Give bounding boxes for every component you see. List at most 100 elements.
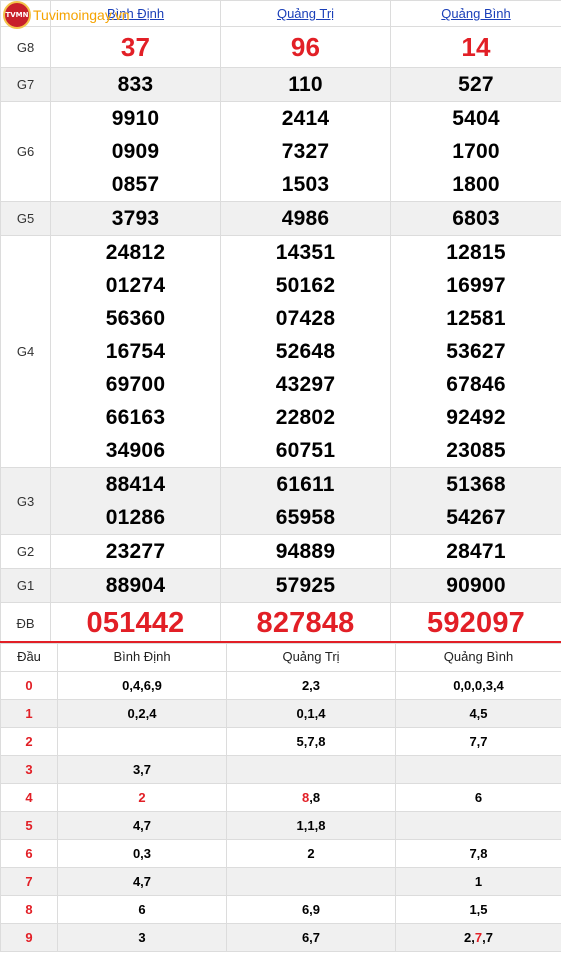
loto-header-province: Quảng Trị xyxy=(226,641,396,672)
loto-tail-cell: 0,2,4 xyxy=(57,698,227,728)
prize-number: 07428 xyxy=(275,307,336,330)
loto-row: 6 0,3 2 7,8 xyxy=(0,838,561,868)
prize-number: 833 xyxy=(117,73,154,96)
prize-cell: 6803 xyxy=(390,201,561,236)
prize-row-g6: G6 9910 0909 0857 2414 7327 1503 5404 1700 1800 xyxy=(0,101,561,202)
loto-tail-cell: 1,1,8 xyxy=(226,810,396,840)
logo-badge-icon: TVMN xyxy=(3,1,31,29)
loto-tail-cell: 2 xyxy=(57,782,227,812)
prize-number: 16997 xyxy=(446,274,506,297)
loto-head-digit: 5 xyxy=(0,810,58,840)
loto-head-digit: 2 xyxy=(0,726,58,756)
prize-cell: 37 xyxy=(50,26,221,68)
loto-head-digit: 7 xyxy=(0,866,58,896)
prize-cell: 3793 xyxy=(50,201,221,236)
prize-number: 7327 xyxy=(281,140,330,163)
loto-tail-cell xyxy=(226,866,396,896)
prize-row-đb: ĐB 051442 827848 592097 xyxy=(0,602,561,644)
prize-number: 65958 xyxy=(275,506,336,529)
prize-number: 0857 xyxy=(111,173,160,196)
prize-cell: 28471 xyxy=(390,534,561,569)
loto-row: 1 0,2,4 0,1,4 4,5 xyxy=(0,698,561,728)
prize-cell: 57925 xyxy=(220,568,391,603)
loto-head-table: Đầu Bình Định Quảng Trị Quảng Bình 0 0,4,… xyxy=(0,641,561,952)
loto-tail-cell: 3 xyxy=(57,922,227,952)
prize-number: 12815 xyxy=(446,241,506,264)
prize-number: 4986 xyxy=(281,207,330,230)
province-link-quang-binh[interactable]: Quảng Bình xyxy=(441,6,510,21)
prize-number: 0909 xyxy=(111,140,160,163)
loto-head-digit: 3 xyxy=(0,754,58,784)
prize-number: 051442 xyxy=(86,607,185,639)
prize-number: 23277 xyxy=(105,540,166,563)
loto-tail-cell: 2 xyxy=(226,838,396,868)
prize-number: 60751 xyxy=(275,439,336,462)
loto-tail-cell: 7,8 xyxy=(395,838,561,868)
loto-head-digit: 4 xyxy=(0,782,58,812)
prize-row-g3: G3 88414 01286 61611 65958 51368 54267 xyxy=(0,467,561,535)
loto-tail-cell: 6 xyxy=(395,782,561,812)
province-link-quang-tri[interactable]: Quảng Trị xyxy=(277,6,334,21)
loto-tail-cell xyxy=(57,726,227,756)
prize-cell: 9910 0909 0857 xyxy=(50,101,221,202)
loto-tail-cell: 0,4,6,9 xyxy=(57,670,227,700)
prize-number: 14 xyxy=(461,32,491,62)
prize-cell: 5404 1700 1800 xyxy=(390,101,561,202)
site-logo[interactable]: TVMN Tuvimoingay.vn xyxy=(3,1,129,29)
prize-cell: 61611 65958 xyxy=(220,467,391,535)
prize-label: G5 xyxy=(0,201,51,236)
prize-number: 94889 xyxy=(275,540,336,563)
prize-number: 3793 xyxy=(111,207,160,230)
prize-number: 37 xyxy=(120,32,151,62)
loto-row: 9 3 6,7 2,7,7 xyxy=(0,922,561,952)
loto-tail-cell: 0,0,0,3,4 xyxy=(395,670,561,700)
prize-number: 52648 xyxy=(275,340,336,363)
loto-tail-cell: 6,9 xyxy=(226,894,396,924)
prize-number: 69700 xyxy=(105,373,166,396)
loto-tail-cell xyxy=(395,754,561,784)
prize-label: G1 xyxy=(0,568,51,603)
prize-number: 827848 xyxy=(256,607,355,639)
loto-row: 0 0,4,6,9 2,3 0,0,0,3,4 xyxy=(0,670,561,700)
prize-number: 01274 xyxy=(105,274,166,297)
loto-head-digit: 9 xyxy=(0,922,58,952)
loto-tail-cell: 4,5 xyxy=(395,698,561,728)
loto-header-province: Bình Định xyxy=(57,641,227,672)
loto-tail-cell: 2,7,7 xyxy=(395,922,561,952)
prize-number: 1700 xyxy=(452,140,500,163)
prize-row-g5: G5 3793 4986 6803 xyxy=(0,201,561,236)
lottery-results-table: Bình Định Quảng Trị Quảng Bình G8 37 96 14 G… xyxy=(0,0,561,644)
loto-tail-cell: 8,8 xyxy=(226,782,396,812)
prize-number: 54267 xyxy=(446,506,506,529)
prize-number: 34906 xyxy=(105,439,166,462)
prize-number: 50162 xyxy=(275,274,336,297)
prize-cell: 592097 xyxy=(390,602,561,644)
loto-head-digit: 0 xyxy=(0,670,58,700)
prize-number: 24812 xyxy=(105,241,166,264)
prize-number: 14351 xyxy=(275,241,336,264)
prize-cell: 051442 xyxy=(50,602,221,644)
loto-tail-cell: 3,7 xyxy=(57,754,227,784)
prize-number: 66163 xyxy=(105,406,166,429)
prize-number: 88904 xyxy=(105,574,166,597)
loto-head-digit: 6 xyxy=(0,838,58,868)
prize-cell: 23277 xyxy=(50,534,221,569)
loto-row: 4 2 8,8 6 xyxy=(0,782,561,812)
loto-row: 2 5,7,8 7,7 xyxy=(0,726,561,756)
prize-cell: 88414 01286 xyxy=(50,467,221,535)
prize-number: 92492 xyxy=(446,406,506,429)
loto-tail-cell xyxy=(226,754,396,784)
prize-cell: 2414 7327 1503 xyxy=(220,101,391,202)
prize-number: 110 xyxy=(288,73,323,96)
loto-tail-cell: 7,7 xyxy=(395,726,561,756)
prize-number: 96 xyxy=(290,32,321,62)
prize-number: 51368 xyxy=(446,473,506,496)
loto-row: 7 4,7 1 xyxy=(0,866,561,896)
loto-tail-cell: 0,3 xyxy=(57,838,227,868)
prize-number: 56360 xyxy=(105,307,166,330)
prize-number: 1800 xyxy=(452,173,500,196)
prize-number: 57925 xyxy=(275,574,336,597)
prize-number: 88414 xyxy=(105,473,166,496)
loto-row: 8 6 6,9 1,5 xyxy=(0,894,561,924)
prize-label: G4 xyxy=(0,235,51,468)
